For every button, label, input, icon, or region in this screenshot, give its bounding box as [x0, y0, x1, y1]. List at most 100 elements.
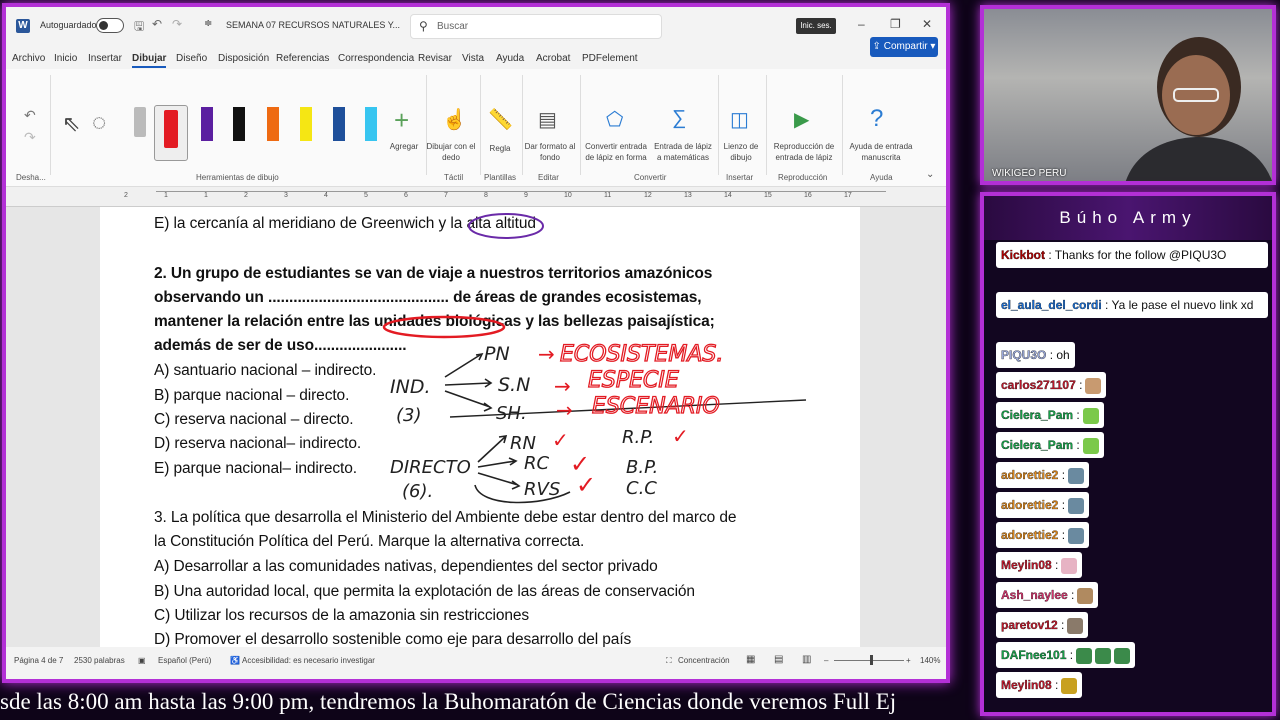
tab-referencias[interactable]: Referencias — [276, 53, 329, 64]
plantillas-group-label: Plantillas — [484, 173, 517, 182]
zoom-out-icon[interactable]: – — [824, 656, 828, 665]
chat-message: adorettie2 : — [996, 522, 1090, 548]
page-count[interactable]: Página 4 de 7 — [14, 656, 63, 665]
emote-icon — [1085, 377, 1102, 394]
tab-insertar[interactable]: Insertar — [88, 53, 122, 64]
cyan-highlighter-icon[interactable] — [365, 107, 377, 141]
tab-inicio[interactable]: Inicio — [54, 53, 77, 64]
chat-username[interactable]: Kickbot — [1001, 248, 1045, 262]
chat-username[interactable]: Ash_naylee — [1001, 588, 1068, 602]
chat-message-text: : — [1066, 648, 1074, 662]
tab-archivo[interactable]: Archivo — [12, 53, 45, 64]
chat-username[interactable]: paretov12 — [1001, 618, 1058, 632]
chat-message: Meylin08 : — [996, 552, 1083, 578]
chat-message: DAFnee101 : — [996, 642, 1136, 668]
tab-vista[interactable]: Vista — [462, 53, 484, 64]
language-status[interactable]: Español (Perú) — [158, 656, 211, 665]
add-pen-icon[interactable]: + — [394, 105, 409, 136]
chat-message: Kickbot : Thanks for the follow @PIQU3O — [996, 242, 1268, 268]
chat-username[interactable]: Cielera_Pam — [1001, 408, 1073, 422]
ink-sh: SH. — [496, 403, 527, 424]
math-ink-label: Entrada de lápiz a matemáticas — [654, 142, 712, 162]
tab-dibujar[interactable]: Dibujar — [132, 53, 167, 68]
undo-draw-icon[interactable]: ↶ — [24, 107, 36, 124]
chat-username[interactable]: Meylin08 — [1001, 558, 1052, 572]
save-icon[interactable]: 🖫 — [134, 17, 144, 38]
yellow-highlighter-icon[interactable] — [300, 107, 312, 141]
chat-message: adorettie2 : — [996, 492, 1090, 518]
convert-shape-icon[interactable]: ⬠ — [606, 107, 623, 132]
autosave-toggle[interactable] — [96, 18, 124, 33]
tab-correspondencia[interactable]: Correspondencia — [338, 53, 414, 64]
word-logo-icon: W — [16, 19, 30, 33]
eraser-icon[interactable] — [134, 107, 146, 137]
blue-pen-icon[interactable] — [333, 107, 345, 141]
search-placeholder: Buscar — [437, 21, 469, 32]
purple-pen-icon[interactable] — [201, 107, 213, 141]
signin-button[interactable]: Inic. ses. — [796, 18, 836, 34]
chat-username[interactable]: adorettie2 — [1001, 498, 1059, 512]
chat-username[interactable]: carlos271107 — [1001, 378, 1076, 392]
orange-pen-icon[interactable] — [267, 107, 279, 141]
zoom-slider-thumb[interactable] — [870, 655, 873, 665]
chat-username[interactable]: adorettie2 — [1001, 468, 1059, 482]
chat-username[interactable]: PIQU3O — [1001, 348, 1047, 362]
zoom-slider[interactable] — [834, 655, 904, 665]
close-icon[interactable]: ✕ — [922, 17, 932, 31]
math-ink-icon[interactable]: ∑ — [672, 107, 686, 130]
maximize-icon[interactable]: ❐ — [890, 17, 901, 31]
pen-red-selected[interactable] — [154, 105, 188, 161]
chat-username[interactable]: Meylin08 — [1001, 678, 1052, 692]
accessibility-status[interactable]: Accesibilidad: es necesario investigar — [242, 656, 375, 665]
select-cursor-icon[interactable]: ⇖ — [62, 111, 80, 137]
redo-icon[interactable]: ↷ — [172, 17, 182, 31]
title-bar: W Autoguardado 🖫 ↶ ↷ ≑ SEMANA 07 RECURSO… — [6, 7, 946, 47]
print-layout-icon[interactable]: ▤ — [774, 654, 783, 665]
redo-draw-icon[interactable]: ↷ — [24, 129, 36, 146]
word-window: W Autoguardado 🖫 ↶ ↷ ≑ SEMANA 07 RECURSO… — [2, 3, 950, 683]
word-count[interactable]: 2530 palabras — [74, 656, 125, 665]
draw-finger-icon[interactable]: ☝ — [442, 107, 467, 132]
chat-message: PIQU3O : oh — [996, 342, 1075, 368]
chat-username[interactable]: DAFnee101 — [1001, 648, 1067, 662]
chat-message-text: : — [1057, 618, 1065, 632]
editar-group-label: Editar — [538, 173, 559, 182]
black-pen-icon[interactable] — [233, 107, 245, 141]
ink-help-icon[interactable]: ? — [870, 105, 883, 133]
ruler-tick-label: 13 — [684, 192, 692, 199]
tab-diseno[interactable]: Diseño — [176, 53, 207, 64]
share-button[interactable]: ⇪ Compartir ▾ — [870, 37, 938, 57]
tab-acrobat[interactable]: Acrobat — [536, 53, 570, 64]
tab-pdfelement[interactable]: PDFelement — [582, 53, 638, 64]
ruler-tick-label: 2 — [124, 192, 128, 199]
ink-replay-icon[interactable]: ▶ — [794, 107, 809, 132]
draw-finger-label: Dibujar con el dedo — [426, 142, 476, 162]
ruler-icon[interactable]: 📏 — [488, 107, 513, 132]
search-input[interactable]: ⚲ Buscar — [410, 14, 662, 39]
minimize-icon[interactable]: – — [858, 17, 865, 31]
collapse-ribbon-icon[interactable]: ⌄ — [926, 169, 934, 180]
focus-mode[interactable]: Concentración — [678, 656, 730, 665]
customize-icon[interactable]: ≑ — [204, 18, 212, 29]
ink-directo: DIRECTO — [390, 457, 471, 478]
accessibility-icon[interactable]: ♿ — [230, 656, 240, 665]
zoom-level[interactable]: 140% — [920, 656, 940, 665]
lasso-icon[interactable]: ◌ — [92, 109, 106, 137]
undo-icon[interactable]: ↶ — [152, 17, 162, 31]
ink-especie: ESPECIE — [588, 368, 679, 393]
chat-username[interactable]: Cielera_Pam — [1001, 438, 1073, 452]
tab-revisar[interactable]: Revisar — [418, 53, 452, 64]
proofing-icon[interactable]: ▣ — [138, 656, 146, 665]
focus-icon[interactable]: ⛶ — [666, 656, 672, 666]
ink-rvs: RVS — [524, 479, 560, 500]
tab-disposicion[interactable]: Disposición — [218, 53, 269, 64]
ink-canvas-icon[interactable]: ◫ — [730, 107, 749, 132]
zoom-in-icon[interactable]: + — [906, 656, 911, 665]
web-layout-icon[interactable]: ▥ — [802, 654, 811, 665]
tab-ayuda[interactable]: Ayuda — [496, 53, 524, 64]
chat-username[interactable]: el_aula_del_cordi — [1001, 298, 1102, 312]
read-mode-icon[interactable]: ▦ — [746, 654, 755, 665]
format-background-icon[interactable]: ▤ — [538, 107, 557, 132]
chat-username[interactable]: adorettie2 — [1001, 528, 1059, 542]
chat-message: carlos271107 : — [996, 372, 1107, 398]
